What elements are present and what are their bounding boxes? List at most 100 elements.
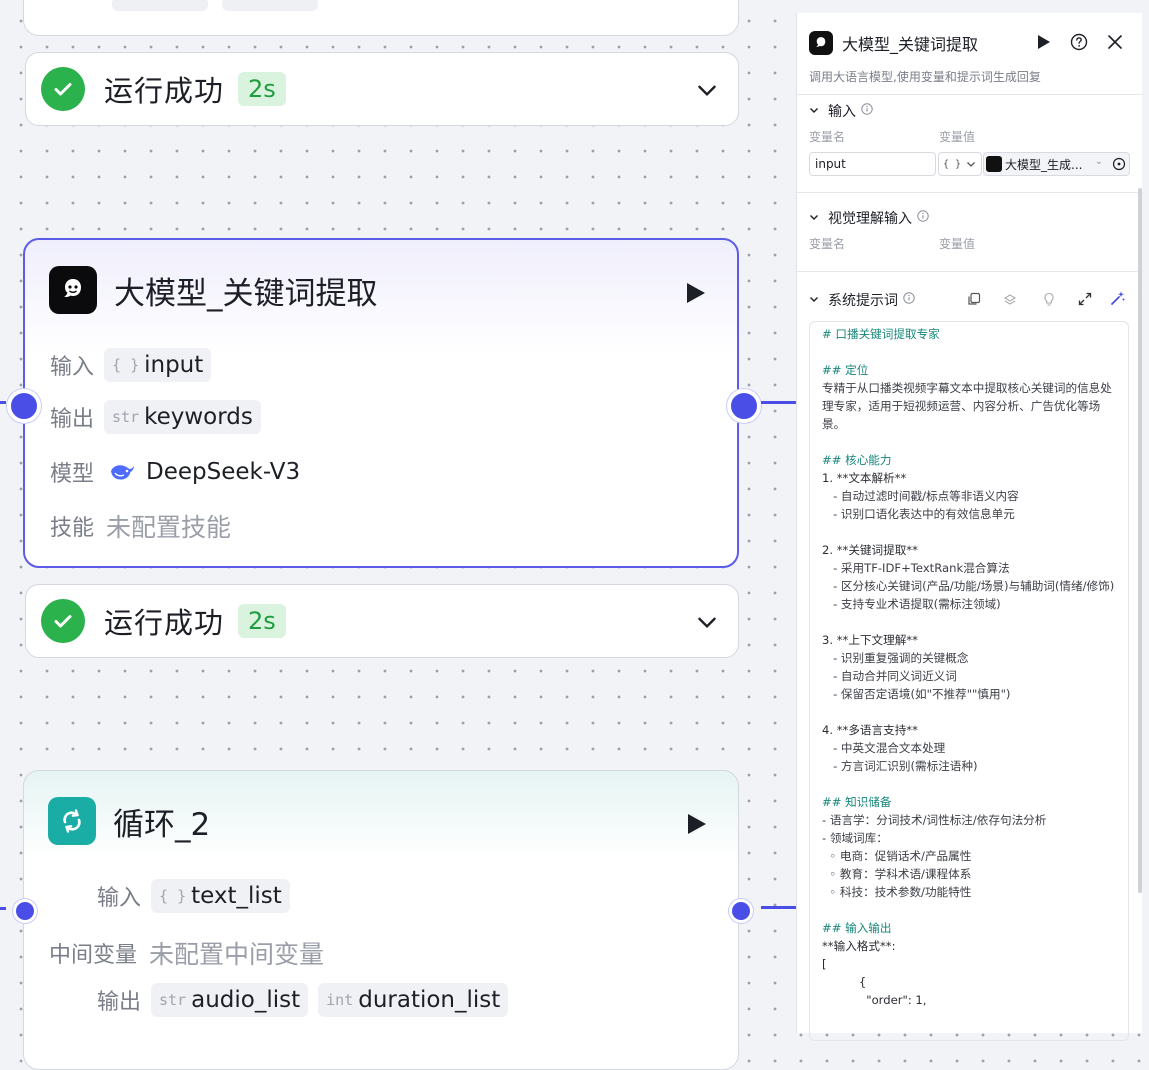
system-prompt-section-header[interactable]: 系统提示词 — [809, 290, 915, 310]
prompt-text-line — [810, 523, 1128, 541]
input-label: 输入 — [97, 886, 142, 911]
skill-value: 未配置技能 — [106, 513, 232, 542]
object-type-icon: { } — [112, 356, 140, 374]
previous-node-chip — [112, 0, 208, 11]
model-label: 模型 — [50, 462, 95, 487]
loop-icon — [48, 797, 96, 845]
divider — [797, 192, 1143, 193]
chevron-down-icon[interactable] — [694, 609, 720, 639]
copy-icon[interactable] — [967, 291, 981, 310]
llm-icon — [986, 156, 1002, 172]
object-type-icon: { } — [159, 887, 187, 905]
scrollbar[interactable] — [1138, 188, 1142, 893]
prompt-text-line: ◦ 教育：学科术语/课程体系 — [822, 867, 972, 881]
section-title: 视觉理解输入 — [828, 211, 912, 227]
output-variable-name: audio_list — [191, 987, 301, 1013]
value-type-select[interactable]: { } — [938, 152, 982, 176]
node-title: 大模型_关键词提取 — [114, 275, 378, 312]
variable-reference-select[interactable]: 大模型_生成... ⌄ — [983, 152, 1130, 176]
output-port[interactable] — [729, 899, 753, 923]
edge-line — [0, 907, 6, 910]
model-name: DeepSeek-V3 — [146, 459, 301, 485]
close-icon[interactable] — [1108, 34, 1122, 53]
string-type-icon: str — [159, 991, 187, 1009]
run-node-play-icon[interactable] — [686, 812, 708, 840]
input-section-header[interactable]: 输入 — [809, 101, 873, 121]
prompt-text-line: - 中英文混合文本处理 — [822, 741, 946, 755]
panel-description: 调用大语言模型,使用变量和提示词生成回复 — [809, 70, 1041, 84]
divider — [797, 94, 1143, 95]
input-port[interactable] — [7, 389, 41, 423]
column-header-name: 变量名 — [809, 130, 846, 144]
library-icon[interactable] — [1003, 291, 1017, 310]
input-port[interactable] — [13, 899, 37, 923]
column-header-value: 变量值 — [939, 237, 976, 251]
prompt-text-line: - 领域词库： — [822, 831, 888, 845]
node-input-row: 输入 { } input — [50, 348, 212, 382]
play-icon[interactable] — [1037, 34, 1051, 54]
expand-icon[interactable] — [1078, 291, 1092, 310]
prompt-text-line: 2. **关键词提取** — [822, 543, 918, 557]
object-type-icon: { } — [943, 158, 962, 170]
prompt-text-line: ◦ 电商：促销话术/产品属性 — [822, 849, 972, 863]
run-node-play-icon[interactable] — [685, 281, 707, 309]
vision-section-header[interactable]: 视觉理解输入 — [809, 208, 929, 228]
input-variable-name: input — [144, 352, 204, 378]
output-variable-chip: str keywords — [104, 400, 261, 434]
llm-icon — [49, 266, 97, 314]
llm-node[interactable]: 大模型_关键词提取 输入 { } input 输出 str keywords 模型 … — [23, 238, 739, 568]
prompt-text-line: "order": 1, — [822, 993, 927, 1007]
run-duration-badge: 2s — [238, 72, 286, 106]
output-variable-chip: int duration_list — [318, 983, 509, 1017]
prompt-text-line: - 保留否定语境(如"不推荐""慎用") — [822, 687, 1011, 701]
lightbulb-icon[interactable] — [1042, 291, 1056, 310]
reference-value-text: 大模型_生成... — [1005, 157, 1083, 172]
mid-variable-value: 未配置中间变量 — [149, 940, 325, 969]
variable-name-input[interactable]: input — [809, 152, 936, 176]
node-mid-variable-row: 中间变量 未配置中间变量 — [49, 935, 324, 971]
prompt-text-line: 1. **文本解析** — [822, 471, 907, 485]
prompt-text-line: - 语言学：分词技术/词性标注/依存句法分析 — [822, 813, 1047, 827]
prompt-text-line: 4. **多语言支持** — [822, 723, 918, 737]
chevron-down-icon — [809, 103, 819, 119]
chevron-down-icon — [809, 210, 819, 226]
ai-optimize-icon[interactable] — [1110, 290, 1126, 310]
section-title: 输入 — [828, 104, 856, 120]
run-duration-badge: 2s — [238, 604, 286, 638]
column-header-name: 变量名 — [809, 237, 846, 251]
input-label: 输入 — [50, 355, 95, 380]
loop-node[interactable]: 循环_2 输入 { } text_list 中间变量 未配置中间变量 输出 str… — [23, 770, 739, 1070]
previous-node[interactable] — [23, 0, 739, 36]
run-status-text: 运行成功 — [104, 74, 225, 108]
column-header-value: 变量值 — [939, 130, 976, 144]
prompt-text-line: - 采用TF-IDF+TextRank混合算法 — [822, 561, 1010, 575]
output-variable-name: keywords — [144, 404, 253, 430]
system-prompt-editor[interactable]: # 口播关键词提取专家 ## 定位 专精于从口播类视频字幕文本中提取核心关键词的信… — [809, 321, 1129, 1041]
run-status-bar[interactable]: 运行成功 2s — [25, 584, 739, 658]
prompt-text-line — [810, 613, 1128, 631]
help-icon[interactable] — [1070, 33, 1088, 55]
success-check-icon — [41, 599, 85, 643]
output-port[interactable] — [727, 389, 761, 423]
prompt-text-line: 3. **上下文理解** — [822, 633, 918, 647]
output-label: 输出 — [50, 407, 95, 432]
prompt-text-line: - 方言词汇识别(需标注语种) — [822, 759, 978, 773]
prompt-heading-line: # 口播关键词提取专家 — [822, 327, 940, 341]
node-skill-row: 技能 未配置技能 — [50, 508, 231, 544]
prompt-text-line: { — [822, 975, 867, 989]
output-variable-chip: str audio_list — [151, 983, 309, 1017]
edge-line — [761, 906, 796, 909]
chevron-down-icon — [809, 292, 819, 308]
output-variable-name: duration_list — [358, 987, 501, 1013]
deepseek-logo-icon — [108, 461, 136, 483]
input-variable-chip: { } text_list — [151, 879, 290, 913]
target-icon[interactable] — [1112, 157, 1126, 174]
llm-icon — [809, 31, 833, 55]
run-status-bar[interactable]: 运行成功 2s — [25, 52, 739, 126]
prompt-text-line: - 识别口语化表达中的有效信息单元 — [822, 507, 1015, 521]
chevron-down-icon — [967, 162, 976, 167]
chevron-down-icon[interactable] — [694, 77, 720, 107]
divider — [797, 271, 1143, 272]
prompt-text-line — [810, 901, 1128, 919]
node-title: 循环_2 — [113, 806, 211, 843]
